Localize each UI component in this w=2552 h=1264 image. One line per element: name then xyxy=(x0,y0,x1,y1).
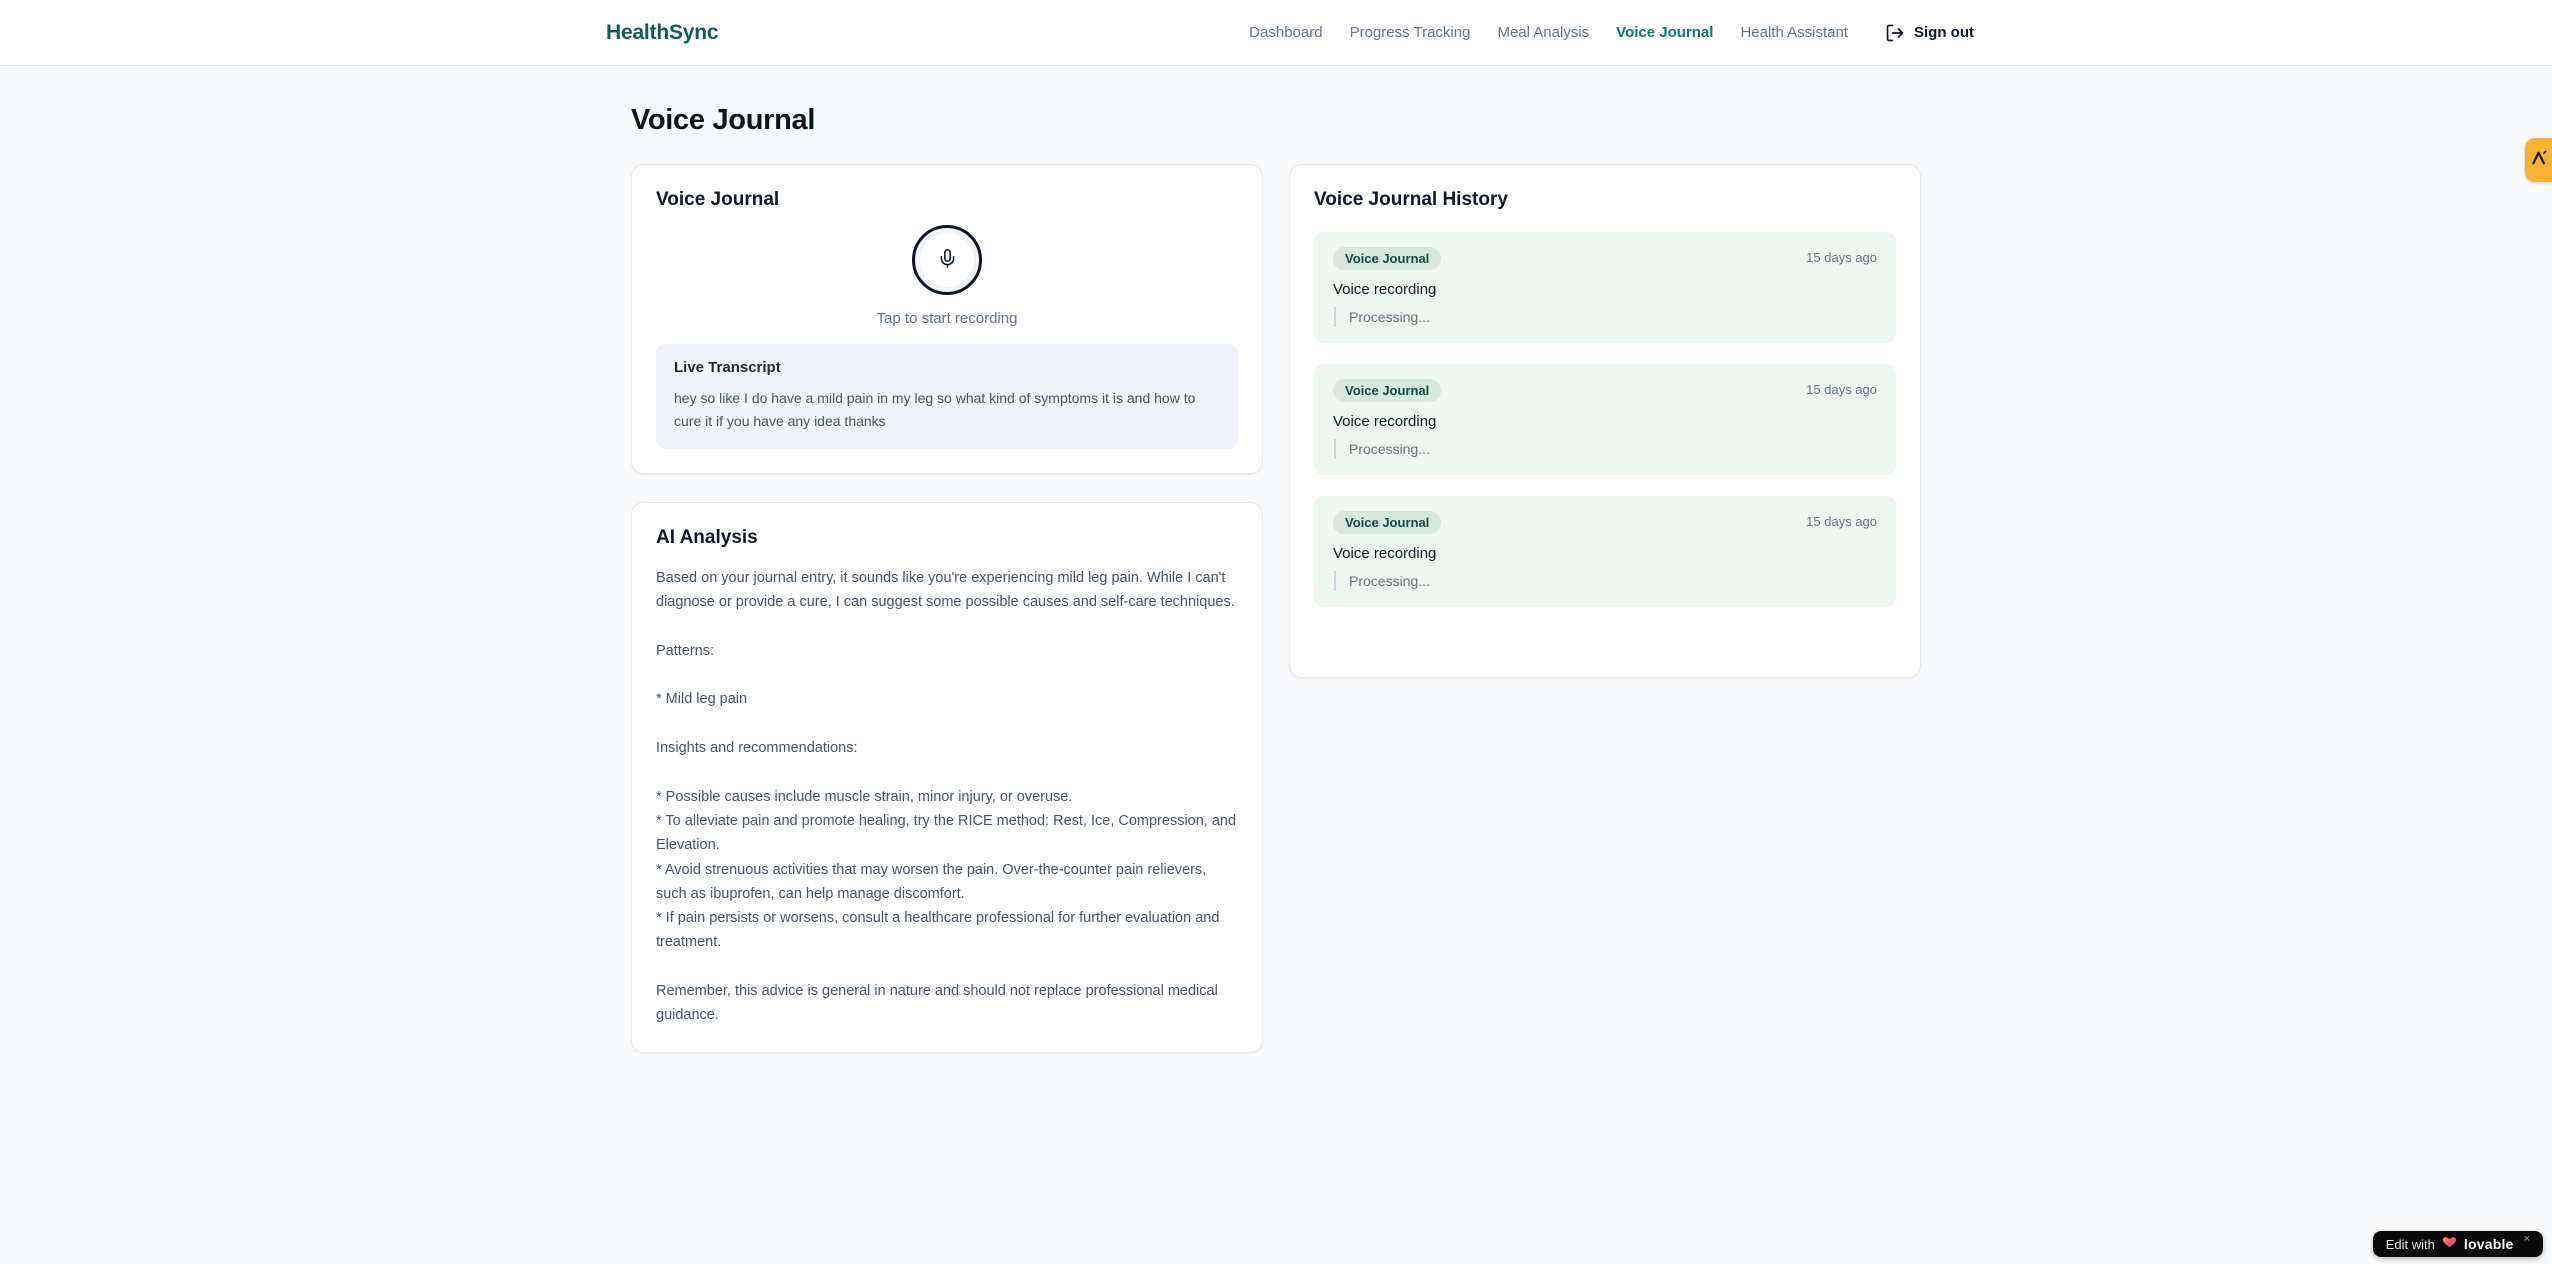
entry-label: Voice recording xyxy=(1333,281,1437,298)
close-icon[interactable]: × xyxy=(2524,1234,2530,1245)
record-button[interactable] xyxy=(912,225,982,295)
lovable-prefix: Edit with xyxy=(2385,1236,2435,1252)
nav-item-meal-analysis[interactable]: Meal Analysis xyxy=(1497,24,1589,41)
main-content: Voice Journal Voice Journal Tap to start… xyxy=(631,66,1921,1053)
entry-type-badge: Voice Journal xyxy=(1333,247,1442,270)
voice-journal-history-card: Voice Journal History Voice Journal 15 d… xyxy=(1289,164,1921,678)
live-transcript-box: Live Transcript hey so like I do have a … xyxy=(656,344,1238,449)
history-entry[interactable]: Voice Journal 15 days ago Voice recordin… xyxy=(1314,496,1896,607)
entry-timestamp: 15 days ago xyxy=(1806,382,1877,397)
history-entry[interactable]: Voice Journal 15 days ago Voice recordin… xyxy=(1314,364,1896,475)
entry-status: Processing... xyxy=(1334,307,1877,327)
nav-item-health-assistant[interactable]: Health Assistant xyxy=(1740,24,1848,41)
entry-timestamp: 15 days ago xyxy=(1806,514,1877,529)
top-nav: HealthSync Dashboard Progress Tracking M… xyxy=(0,0,2552,66)
sign-out-button[interactable]: Sign out xyxy=(1885,23,1974,43)
main-nav: Dashboard Progress Tracking Meal Analysi… xyxy=(1249,23,1974,43)
log-out-icon xyxy=(1885,23,1905,43)
entry-status: Processing... xyxy=(1334,571,1877,591)
feedback-side-tab[interactable] xyxy=(2525,138,2552,182)
voice-recorder-card: Voice Journal Tap to start recording Liv… xyxy=(631,164,1263,474)
history-list: Voice Journal 15 days ago Voice recordin… xyxy=(1314,232,1896,607)
recorder-card-title: Voice Journal xyxy=(656,189,780,210)
entry-type-badge: Voice Journal xyxy=(1333,379,1442,402)
entry-type-badge: Voice Journal xyxy=(1333,511,1442,534)
nav-item-voice-journal[interactable]: Voice Journal xyxy=(1616,24,1713,41)
history-title: Voice Journal History xyxy=(1314,189,1508,210)
nav-item-dashboard[interactable]: Dashboard xyxy=(1249,24,1322,41)
ai-analysis-card: AI Analysis Based on your journal entry,… xyxy=(631,502,1263,1053)
mic-icon xyxy=(937,248,958,272)
ai-analysis-text: Based on your journal entry, it sounds l… xyxy=(656,570,1237,1024)
live-transcript-title: Live Transcript xyxy=(674,359,781,376)
tap-to-record-hint: Tap to start recording xyxy=(876,310,1018,327)
edit-with-lovable-badge[interactable]: Edit with lovable × xyxy=(2372,1231,2543,1257)
entry-timestamp: 15 days ago xyxy=(1806,250,1877,265)
live-transcript-text: hey so like I do have a mild pain in my … xyxy=(674,390,1196,429)
heart-icon xyxy=(2442,1234,2457,1254)
brand-logo[interactable]: HealthSync xyxy=(606,21,719,45)
entry-label: Voice recording xyxy=(1333,413,1437,430)
ai-analysis-title: AI Analysis xyxy=(656,527,758,548)
lambda-logo-icon xyxy=(2530,149,2548,172)
history-entry[interactable]: Voice Journal 15 days ago Voice recordin… xyxy=(1314,232,1896,343)
lovable-brand: lovable xyxy=(2463,1236,2514,1252)
sign-out-label: Sign out xyxy=(1914,24,1974,41)
page-title: Voice Journal xyxy=(631,104,816,136)
entry-status: Processing... xyxy=(1334,439,1877,459)
entry-label: Voice recording xyxy=(1333,545,1437,562)
nav-item-progress-tracking[interactable]: Progress Tracking xyxy=(1350,24,1471,41)
